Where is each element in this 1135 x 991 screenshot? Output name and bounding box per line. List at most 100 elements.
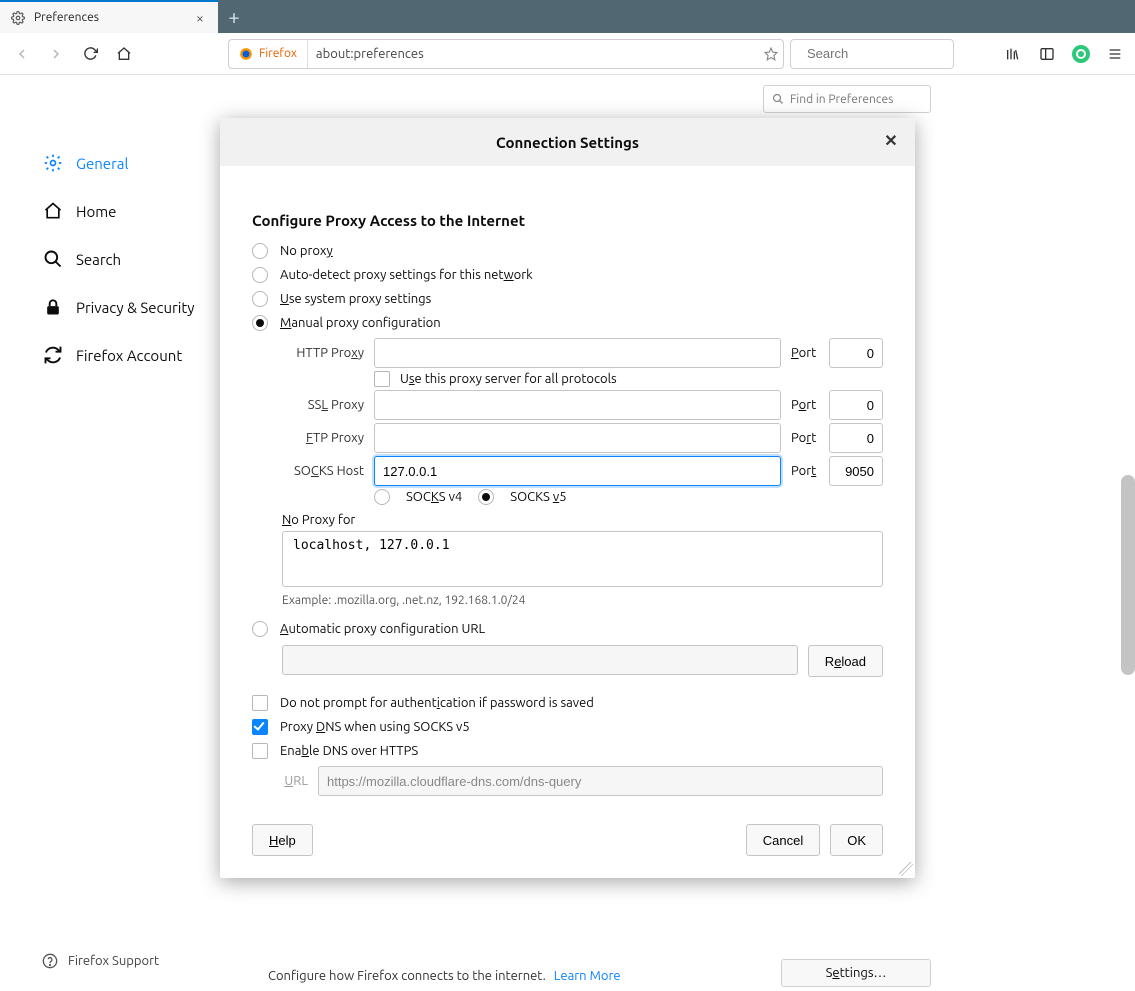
ftp-proxy-input[interactable] <box>374 423 781 453</box>
tab-title: Preferences <box>34 11 184 24</box>
no-proxy-label: No Proxy for <box>282 513 883 527</box>
home-button[interactable] <box>110 40 138 68</box>
radio-label: Manual proxy configuration <box>280 316 441 330</box>
close-icon[interactable]: × <box>192 10 208 26</box>
sidebar-label: Privacy & Security <box>76 299 195 316</box>
find-placeholder: Find in Preferences <box>790 93 893 106</box>
radio-socks5[interactable] <box>478 489 494 505</box>
search-box[interactable] <box>790 39 954 69</box>
reload-button[interactable] <box>76 40 104 68</box>
gear-icon <box>42 152 64 174</box>
socks5-label: SOCKS v5 <box>510 490 566 504</box>
sidebar-label: Home <box>76 203 116 220</box>
ssl-proxy-label: SSL Proxy <box>268 398 364 412</box>
radio-label: Auto-detect proxy settings for this netw… <box>280 268 533 282</box>
preferences-sidebar: General Home Search Privacy & Security F… <box>0 139 220 379</box>
identity-box[interactable]: Firefox <box>229 40 308 68</box>
radio-auto-detect[interactable]: Auto-detect proxy settings for this netw… <box>252 263 883 287</box>
radio-no-proxy[interactable]: No proxy <box>252 239 883 263</box>
url-bar[interactable]: Firefox about:preferences <box>228 39 784 69</box>
new-tab-button[interactable]: + <box>218 0 250 33</box>
sync-icon <box>42 344 64 366</box>
dialog-title: Connection Settings <box>496 134 639 151</box>
checkbox-doh[interactable]: Enable DNS over HTTPS <box>252 739 883 763</box>
socks4-label: SOCKS v4 <box>406 490 462 504</box>
sidebar-label: General <box>76 155 128 172</box>
cancel-button[interactable]: Cancel <box>746 824 820 856</box>
gear-icon <box>10 10 26 26</box>
search-input[interactable] <box>805 45 985 62</box>
sidebar-item-search[interactable]: Search <box>0 235 220 283</box>
forward-button[interactable] <box>42 40 70 68</box>
search-icon <box>42 248 64 270</box>
checkbox-label: Enable DNS over HTTPS <box>280 744 418 758</box>
sidebar-item-account[interactable]: Firefox Account <box>0 331 220 379</box>
bookmark-star-icon[interactable] <box>759 47 783 61</box>
dialog-header: Connection Settings ✕ <box>220 118 915 166</box>
back-button[interactable] <box>8 40 36 68</box>
radio-label: No proxy <box>280 244 333 258</box>
port-label: Port <box>791 464 819 478</box>
sidebar-item-home[interactable]: Home <box>0 187 220 235</box>
http-port-input[interactable] <box>829 338 883 368</box>
sidebar-icon[interactable] <box>1035 42 1059 66</box>
help-icon <box>42 953 58 969</box>
checkbox-icon <box>252 719 268 735</box>
radio-label: Use system proxy settings <box>280 292 431 306</box>
radio-socks4[interactable] <box>374 489 390 505</box>
scrollbar[interactable] <box>1121 475 1135 675</box>
dialog-footer: Help Cancel OK <box>220 810 915 878</box>
radio-icon <box>252 267 268 283</box>
checkbox-icon <box>252 695 268 711</box>
http-proxy-input[interactable] <box>374 338 781 368</box>
checkbox-proxy-dns[interactable]: Proxy DNS when using SOCKS v5 <box>252 715 883 739</box>
close-icon[interactable]: ✕ <box>881 130 901 150</box>
http-proxy-label: HTTP Proxy <box>268 346 364 360</box>
ok-button[interactable]: OK <box>830 824 883 856</box>
extension-icon[interactable] <box>1069 42 1093 66</box>
pac-url-input <box>282 645 798 675</box>
sidebar-label: Search <box>76 251 121 268</box>
find-in-preferences[interactable]: Find in Preferences <box>763 85 931 113</box>
network-desc-text: Configure how Firefox connects to the in… <box>268 969 546 983</box>
help-button[interactable]: Help <box>252 824 313 856</box>
reload-button[interactable]: Reload <box>808 645 883 677</box>
resize-grip[interactable] <box>899 862 913 876</box>
connection-settings-dialog: Connection Settings ✕ Configure Proxy Ac… <box>220 118 915 878</box>
radio-manual-proxy[interactable]: Manual proxy configuration <box>252 311 883 335</box>
radio-system-proxy[interactable]: Use system proxy settings <box>252 287 883 311</box>
search-icon <box>772 93 784 105</box>
checkbox-icon <box>252 743 268 759</box>
port-label: Port <box>791 398 819 412</box>
sidebar-item-privacy[interactable]: Privacy & Security <box>0 283 220 331</box>
checkbox-no-auth-prompt[interactable]: Do not prompt for authentication if pass… <box>252 691 883 715</box>
ssl-proxy-input[interactable] <box>374 390 781 420</box>
radio-icon <box>252 243 268 259</box>
menu-icon[interactable] <box>1103 42 1127 66</box>
port-label: Port <box>791 346 819 360</box>
use-all-checkbox[interactable] <box>374 371 390 387</box>
socks-host-label: SOCKS Host <box>268 464 364 478</box>
lock-icon <box>42 296 64 318</box>
socks-port-input[interactable] <box>829 456 883 486</box>
url-text: about:preferences <box>308 47 759 61</box>
radio-pac[interactable]: Automatic proxy configuration URL <box>252 617 883 641</box>
nav-toolbar: Firefox about:preferences <box>0 33 1135 75</box>
radio-icon <box>252 315 268 331</box>
no-proxy-textarea[interactable] <box>282 531 883 587</box>
doh-url-input <box>318 766 883 796</box>
ssl-port-input[interactable] <box>829 390 883 420</box>
sidebar-item-general[interactable]: General <box>0 139 220 187</box>
doh-url-label: URL <box>270 774 308 788</box>
port-label: Port <box>791 431 819 445</box>
library-icon[interactable] <box>1001 42 1025 66</box>
use-all-label: Use this proxy server for all protocols <box>400 372 617 386</box>
tab-preferences[interactable]: Preferences × <box>0 0 218 33</box>
settings-button[interactable]: Settings… <box>781 959 931 987</box>
learn-more-link[interactable]: Learn More <box>554 969 621 983</box>
socks-host-input[interactable] <box>374 456 781 486</box>
tab-strip: Preferences × + <box>0 0 1135 33</box>
firefox-icon <box>239 47 253 61</box>
ftp-port-input[interactable] <box>829 423 883 453</box>
firefox-support-link[interactable]: Firefox Support <box>42 953 159 969</box>
